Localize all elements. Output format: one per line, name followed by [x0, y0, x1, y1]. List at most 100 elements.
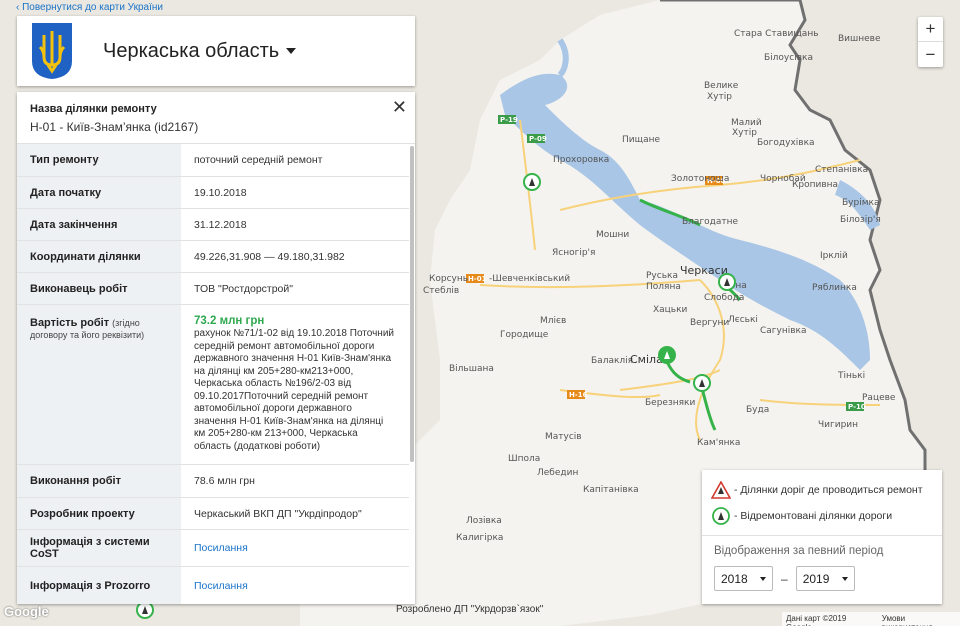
svg-text:Білозір'я: Білозір'я: [840, 215, 881, 225]
row-value: Посилання: [181, 530, 409, 566]
info-row: Виконання робіт 78.6 млн грн: [17, 465, 409, 498]
info-rows[interactable]: Тип ремонту поточний середній ремонт Дат…: [17, 144, 409, 604]
row-value: 73.2 млн грн рахунок №71/1-02 від 19.10.…: [181, 305, 409, 464]
svg-text:Чигирин: Чигирин: [818, 420, 858, 430]
svg-text:Слобода: Слобода: [704, 293, 744, 303]
row-value: ТОВ "Ростдорстрой": [194, 282, 293, 295]
svg-text:Білоусівка: Білоусівка: [764, 53, 813, 63]
row-value: поточний середній ремонт: [194, 154, 323, 166]
info-row: Дата закінчення 31.12.2018: [17, 209, 409, 241]
row-value: Посилання: [181, 567, 409, 604]
svg-text:Н-16: Н-16: [569, 391, 588, 399]
svg-text:Хацьки: Хацьки: [653, 305, 688, 315]
info-row: Тип ремонту поточний середній ремонт: [17, 144, 409, 177]
svg-text:Хутір: Хутір: [732, 128, 757, 138]
svg-text:Кам'янка: Кам'янка: [697, 438, 740, 448]
svg-text:Стара Ставищань: Стара Ставищань: [734, 29, 819, 39]
period-separator: –: [781, 571, 788, 586]
row-key: Дата початку: [17, 177, 181, 208]
repair-info-panel: Назва ділянки ремонту Н-01 - Київ-Знам’я…: [17, 92, 415, 604]
chevron-down-icon: [760, 576, 766, 581]
svg-text:Рацеве: Рацеве: [862, 393, 896, 403]
svg-text:Калигірка: Калигірка: [456, 533, 503, 543]
svg-text:Н-01: Н-01: [468, 275, 487, 283]
period-label: Відображення за певний період: [714, 545, 884, 557]
region-header: Черкаська область: [17, 16, 415, 86]
svg-text:Вільшана: Вільшана: [449, 364, 494, 374]
svg-text:Лозівка: Лозівка: [466, 516, 502, 526]
svg-text:Руська: Руська: [646, 271, 678, 281]
svg-text:Степанівка: Степанівка: [815, 165, 868, 175]
svg-text:Мошни: Мошни: [596, 230, 629, 240]
svg-text:Лебедин: Лебедин: [537, 468, 578, 478]
svg-text:Богодухівка: Богодухівка: [757, 138, 815, 148]
region-selector[interactable]: Черкаська область: [103, 39, 297, 63]
svg-text:Велике: Велике: [704, 81, 739, 91]
back-to-ukraine-map-link[interactable]: ‹ Повернутися до карти України: [16, 2, 163, 13]
cost-key: Вартість робіт: [30, 317, 110, 329]
to-year-select[interactable]: 2019: [795, 566, 855, 591]
row-key: Дата закінчення: [17, 209, 181, 240]
svg-text:Р-09: Р-09: [529, 135, 547, 143]
region-title: Черкаська область: [103, 39, 280, 62]
row-key: Інформація з Prozorro: [17, 567, 181, 604]
zoom-in-button[interactable]: +: [918, 17, 943, 42]
row-key: Виконавець робіт: [17, 273, 181, 304]
repaired-road-pin-icon: [712, 507, 730, 525]
svg-text:Корсунь: Корсунь: [429, 274, 468, 284]
svg-text:Стеблів: Стеблів: [423, 286, 459, 296]
svg-text:Тінькі: Тінькі: [837, 371, 865, 381]
svg-text:Чорнобай: Чорнобай: [760, 174, 806, 184]
cost-description: рахунок №71/1-02 від 19.10.2018 Поточний…: [194, 328, 394, 452]
google-logo[interactable]: Google: [4, 604, 49, 619]
info-row: Розробник проекту Черкаський ВКП ДП "Укр…: [17, 498, 409, 530]
info-row: Інформація з системи CoST Посилання: [17, 530, 409, 567]
info-row: Координати ділянки 49.226,31.908 — 49.18…: [17, 241, 409, 273]
svg-text:Вишневе: Вишневе: [838, 34, 881, 44]
row-value: 19.10.2018: [194, 186, 247, 199]
svg-text:Р-10: Р-10: [848, 403, 866, 411]
svg-text:Малий: Малий: [731, 118, 762, 128]
row-key: Інформація з системи CoST: [17, 530, 181, 566]
svg-text:Балаклія: Балаклія: [591, 356, 633, 366]
info-row: Виконавець робіт ТОВ "Ростдорстрой": [17, 273, 409, 305]
svg-text:Прохоровка: Прохоровка: [553, 155, 609, 165]
section-value: Н-01 - Київ-Знам’янка (id2167): [30, 120, 199, 134]
legend-label-repaired: - Відремонтовані ділянки дороги: [734, 510, 893, 522]
svg-text:Млієв: Млієв: [540, 316, 566, 326]
row-key: Вартість робіт (згідно договору та його …: [17, 305, 181, 464]
row-value: 31.12.2018: [194, 218, 247, 231]
legend-item-repaired: - Відремонтовані ділянки дороги: [702, 503, 942, 529]
terms-link[interactable]: Умови використання: [882, 614, 956, 626]
to-year-value: 2019: [802, 571, 830, 586]
panel-scrollbar[interactable]: [410, 146, 414, 462]
info-row: Інформація з Prozorro Посилання: [17, 567, 409, 604]
row-key: Виконання робіт: [17, 465, 181, 497]
section-label: Назва ділянки ремонту: [30, 103, 157, 115]
svg-text:Сміла: Сміла: [630, 353, 663, 366]
svg-text:Березняки: Березняки: [645, 398, 695, 408]
svg-text:Черкаси: Черкаси: [680, 264, 728, 277]
back-link-label: Повернутися до карти України: [22, 2, 163, 13]
row-key: Розробник проекту: [17, 498, 181, 529]
svg-text:Вергуни: Вергуни: [690, 318, 729, 328]
close-icon[interactable]: ✕: [392, 98, 407, 116]
svg-text:Матусів: Матусів: [545, 432, 582, 442]
prozorro-link[interactable]: Посилання: [194, 580, 248, 592]
svg-text:Пищане: Пищане: [622, 135, 660, 145]
caret-down-icon: [286, 48, 297, 54]
svg-text:Поляна: Поляна: [646, 282, 681, 292]
legend-label-repair: - Ділянки доріг де проводиться ремонт: [734, 484, 923, 496]
svg-text:Капітанівка: Капітанівка: [583, 485, 639, 495]
row-value: 78.6 млн грн: [194, 475, 255, 487]
svg-text:Шпола: Шпола: [508, 454, 540, 464]
zoom-out-button[interactable]: −: [918, 42, 943, 67]
svg-text:Городище: Городище: [500, 330, 549, 340]
road-repair-warning-icon: [711, 481, 731, 499]
cost-link[interactable]: Посилання: [194, 542, 248, 554]
row-value: 49.226,31.908 — 49.180,31.982: [194, 250, 345, 263]
coat-of-arms-icon: [19, 18, 85, 84]
svg-text:Хутір: Хутір: [707, 92, 732, 102]
info-row: Дата початку 19.10.2018: [17, 177, 409, 209]
from-year-select[interactable]: 2018: [714, 566, 773, 591]
